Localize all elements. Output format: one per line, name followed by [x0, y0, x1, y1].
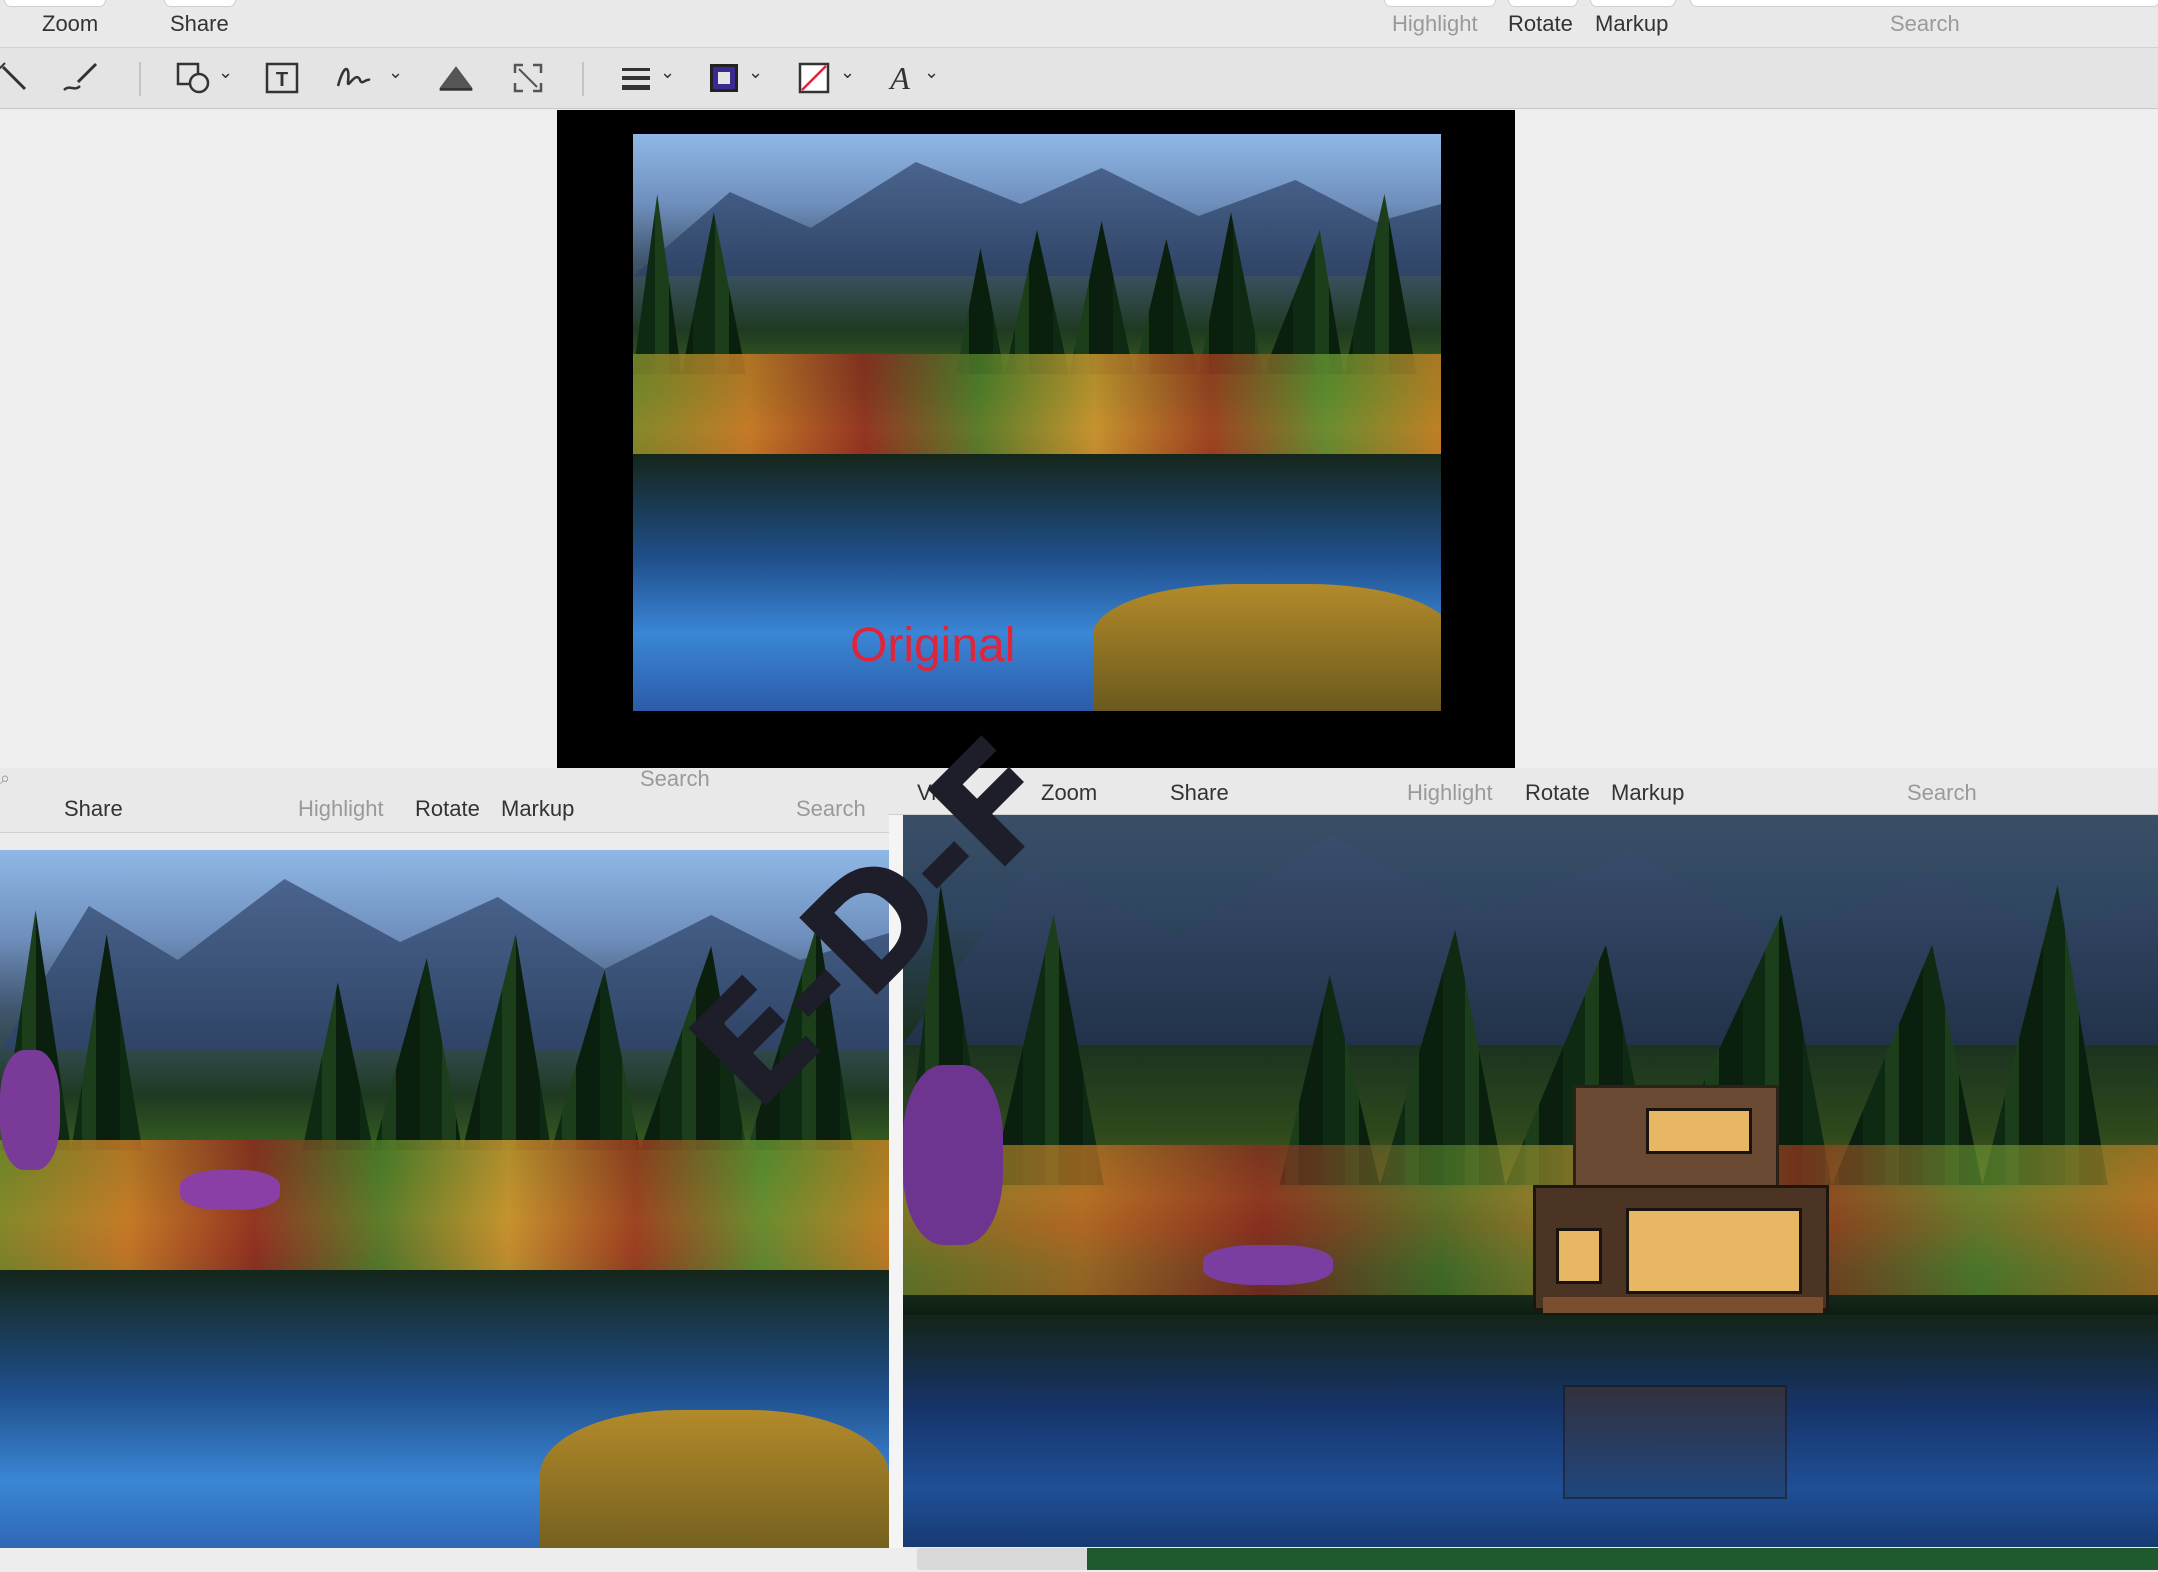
- sketch-icon[interactable]: [60, 60, 100, 96]
- purple-flowers: [180, 1170, 280, 1210]
- top-window-toolbar: Zoom Share Highlight Rotate Markup Searc…: [0, 0, 2158, 48]
- search-label: Search: [1907, 780, 1977, 805]
- toolbar-separator: [139, 62, 141, 96]
- border-color-icon[interactable]: [704, 60, 744, 96]
- chevron-down-icon[interactable]: ⌄: [748, 62, 763, 83]
- search-icon[interactable]: ⌕: [0, 768, 10, 789]
- modern-cabin: [1533, 1085, 1829, 1315]
- original-photo: [633, 134, 1441, 711]
- chevron-down-icon[interactable]: ⌄: [660, 62, 675, 83]
- edited-photo-with-house: [903, 815, 2158, 1547]
- purple-flowers: [0, 1050, 60, 1170]
- purple-flowers: [903, 1065, 1003, 1245]
- marsh-grass: [1093, 584, 1441, 711]
- chevron-down-icon[interactable]: ⌄: [388, 62, 403, 83]
- highlight-label[interactable]: Highlight: [1407, 780, 1493, 806]
- search-label: Search: [796, 796, 866, 821]
- rotate-label[interactable]: Rotate: [1508, 11, 1573, 37]
- svg-text:T: T: [276, 69, 288, 91]
- zoom-label[interactable]: Zoom: [42, 11, 98, 37]
- adjust-color-icon[interactable]: [436, 60, 476, 96]
- purple-flowers: [1203, 1245, 1333, 1285]
- cabin-lower-floor: [1533, 1185, 1829, 1311]
- share-label[interactable]: Share: [170, 11, 229, 37]
- chevron-down-icon[interactable]: ⌄: [218, 62, 233, 83]
- photo-bottom-edge: [1087, 1548, 2158, 1570]
- highlight-label[interactable]: Highlight: [298, 796, 384, 822]
- search-label: Search: [1890, 11, 1960, 36]
- chevron-down-icon[interactable]: ⌄: [840, 62, 855, 83]
- text-box-icon[interactable]: T: [262, 60, 302, 96]
- autumn-shrubs: [903, 1145, 2158, 1295]
- markup-button-stub[interactable]: [1590, 0, 1676, 7]
- toolbar-separator: [582, 62, 584, 96]
- search-placeholder[interactable]: Search: [640, 766, 710, 792]
- cabin-window: [1556, 1228, 1602, 1284]
- share-label[interactable]: Share: [64, 796, 123, 822]
- markup-label[interactable]: Markup: [1611, 780, 1684, 806]
- signature-icon[interactable]: [334, 60, 374, 96]
- markup-label[interactable]: Markup: [1595, 11, 1668, 37]
- cabin-window: [1626, 1208, 1802, 1294]
- cabin-window: [1646, 1108, 1752, 1154]
- lake-reflection: [903, 1315, 2158, 1547]
- search-field-stub[interactable]: [1690, 0, 2158, 7]
- line-style-icon[interactable]: [616, 60, 656, 96]
- svg-text:A: A: [888, 61, 910, 95]
- fill-color-icon[interactable]: [794, 60, 834, 96]
- bottom-left-toolbar: ⌕ Share Highlight Rotate Markup Search S…: [0, 766, 893, 833]
- horizontal-scrollbar[interactable]: [917, 1548, 1087, 1570]
- zoom-button-stub[interactable]: [4, 0, 106, 7]
- mountain-shape: [903, 836, 2158, 1045]
- bottom-right-toolbar: Vie Zoom Share Highlight Rotate Markup S…: [889, 768, 2158, 815]
- cabin-upper-floor: [1573, 1085, 1779, 1201]
- autumn-shrubs: [0, 1140, 889, 1270]
- rotate-button-stub[interactable]: [1508, 0, 1578, 7]
- shapes-icon[interactable]: [174, 60, 214, 96]
- rotate-label[interactable]: Rotate: [1525, 780, 1590, 806]
- highlight-label[interactable]: Highlight: [1392, 11, 1478, 37]
- autumn-shrubs: [633, 354, 1441, 454]
- chevron-down-icon[interactable]: ⌄: [924, 62, 939, 83]
- markup-toolbar: ⌄ T ⌄ ⌄ ⌄ ⌄ A ⌄: [0, 48, 2158, 109]
- original-overlay-label: Original: [850, 619, 1016, 672]
- magic-wand-icon[interactable]: [0, 60, 34, 96]
- cabin-reflection: [1563, 1385, 1787, 1499]
- markup-label[interactable]: Markup: [501, 796, 574, 822]
- highlight-button-stub[interactable]: [1384, 0, 1496, 7]
- text-style-icon[interactable]: A: [880, 60, 920, 96]
- share-label[interactable]: Share: [1170, 780, 1229, 806]
- cabin-deck: [1543, 1297, 1823, 1313]
- share-button-stub[interactable]: [164, 0, 236, 7]
- document-page: Original: [557, 110, 1515, 768]
- resize-icon[interactable]: [508, 60, 548, 96]
- rotate-label[interactable]: Rotate: [415, 796, 480, 822]
